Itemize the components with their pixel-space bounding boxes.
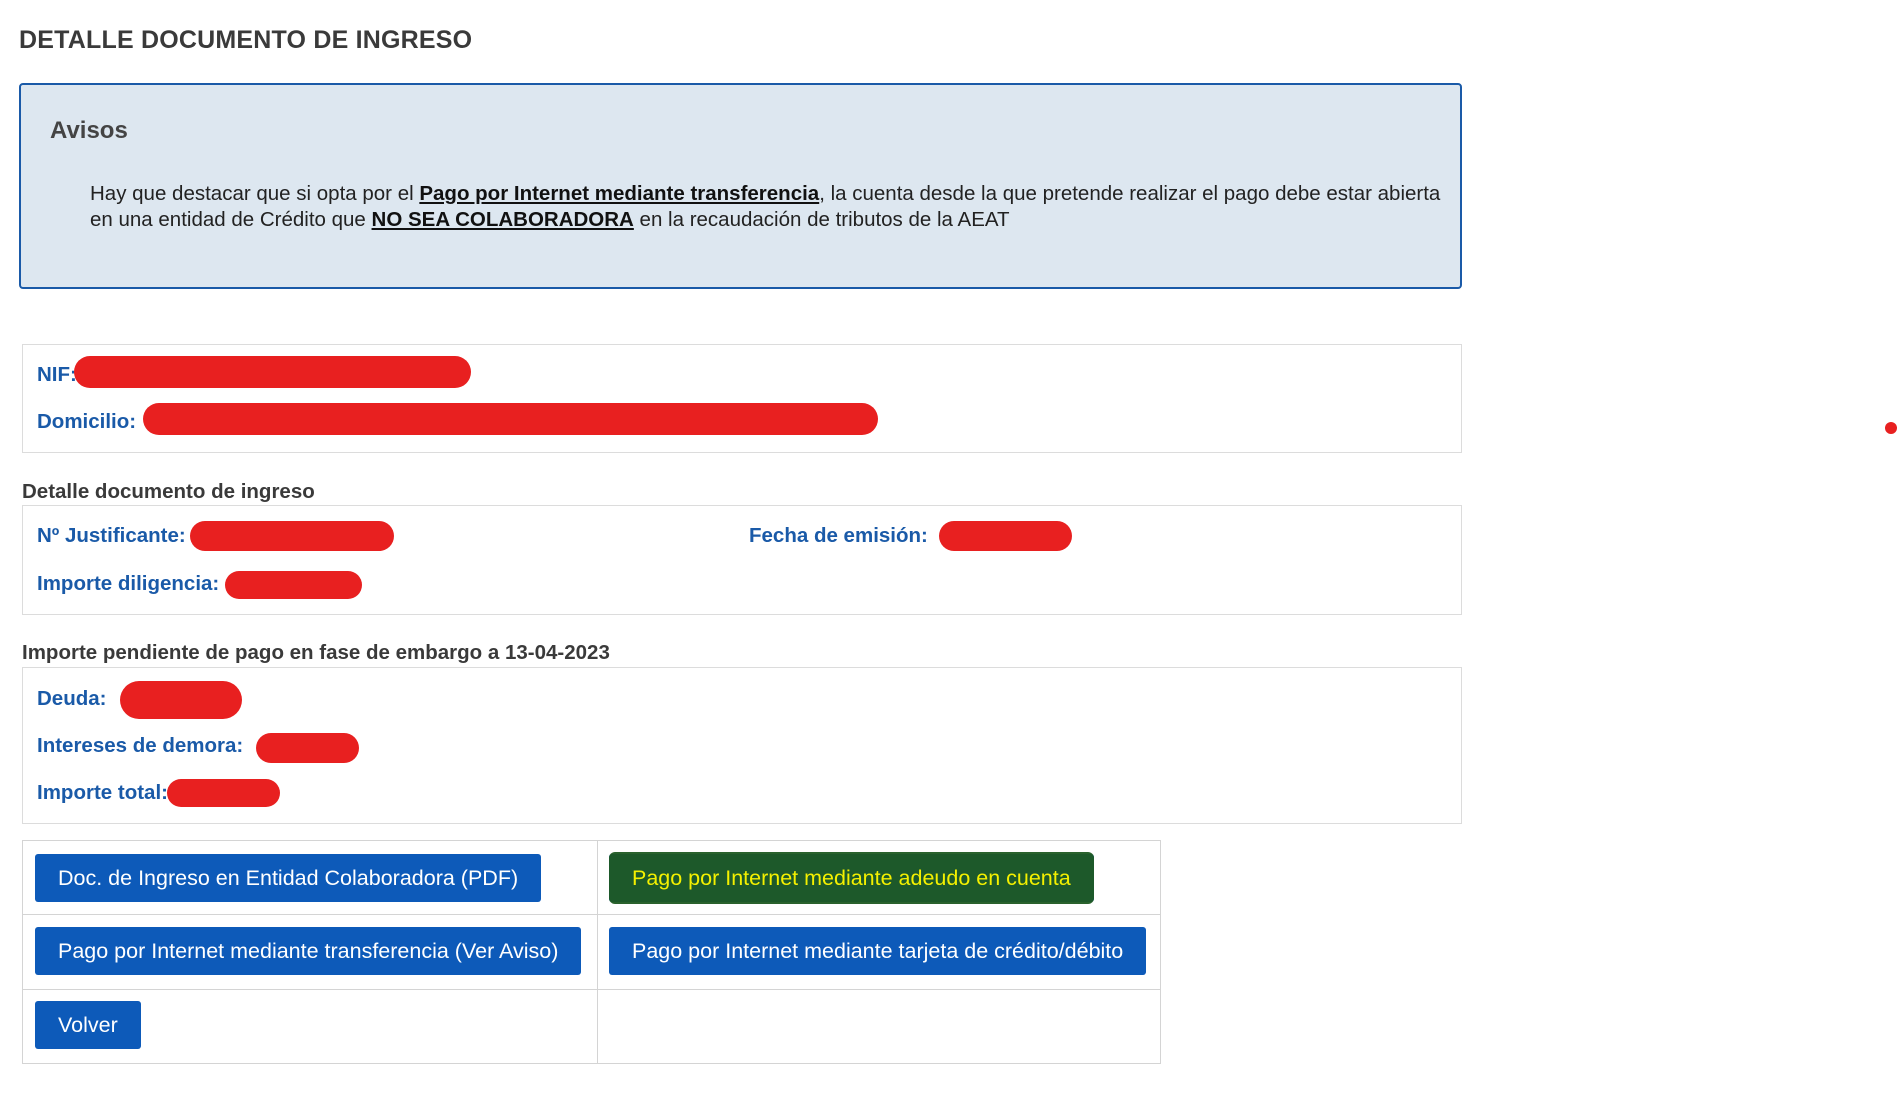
transferencia-button[interactable]: Pago por Internet mediante transferencia… <box>35 927 582 975</box>
deuda-label: Deuda: <box>37 687 107 710</box>
nif-label: NIF: <box>37 363 77 386</box>
importe-total-redaction <box>167 779 280 807</box>
notice-text-before: Hay que destacar que si opta por el <box>90 182 420 205</box>
pending-section-title: Importe pendiente de pago en fase de emb… <box>22 641 610 664</box>
table-divider-row-2 <box>23 989 1160 990</box>
notice-panel: Avisos Hay que destacar que si opta por … <box>19 83 1462 289</box>
nif-redaction <box>74 356 471 388</box>
justificante-redaction <box>190 521 394 551</box>
justificante-label: Nº Justificante: <box>37 524 186 547</box>
importe-diligencia-redaction <box>225 571 362 599</box>
importe-total-label: Importe total: <box>37 781 168 804</box>
notice-text-after: en la recaudación de tributos de la AEAT <box>633 208 1010 231</box>
table-divider-vertical <box>597 841 598 1063</box>
fecha-emision-label: Fecha de emisión: <box>749 524 928 547</box>
detail-section-title: Detalle documento de ingreso <box>22 480 315 503</box>
notice-emphasis: NO SEA COLABORADORA <box>371 208 634 231</box>
adeudo-cuenta-label: Pago por Internet mediante adeudo en cue… <box>632 866 1071 890</box>
notice-transfer-link: Pago por Internet mediante transferencia <box>419 182 820 205</box>
intereses-label: Intereses de demora: <box>37 734 244 757</box>
adeudo-cuenta-button[interactable]: Pago por Internet mediante adeudo en cue… <box>609 852 1094 904</box>
page-title: DETALLE DOCUMENTO DE INGRESO <box>19 26 473 54</box>
volver-button[interactable]: Volver <box>35 1001 141 1049</box>
doc-ingreso-pdf-button[interactable]: Doc. de Ingreso en Entidad Colaboradora … <box>35 854 542 902</box>
intereses-redaction <box>256 733 359 763</box>
importe-diligencia-label: Importe diligencia: <box>37 572 220 595</box>
notice-title: Avisos <box>50 117 128 144</box>
notice-text: Hay que destacar que si opta por el Pago… <box>90 181 1460 233</box>
fecha-redaction <box>939 521 1072 551</box>
tarjeta-button[interactable]: Pago por Internet mediante tarjeta de cr… <box>609 927 1147 975</box>
red-dot-mark <box>1885 422 1897 434</box>
deuda-redaction <box>120 681 242 719</box>
table-divider-row-1 <box>23 914 1160 915</box>
domicilio-label: Domicilio: <box>37 410 137 433</box>
actions-table: Doc. de Ingreso en Entidad Colaboradora … <box>22 840 1161 1064</box>
domicilio-redaction <box>143 403 878 435</box>
